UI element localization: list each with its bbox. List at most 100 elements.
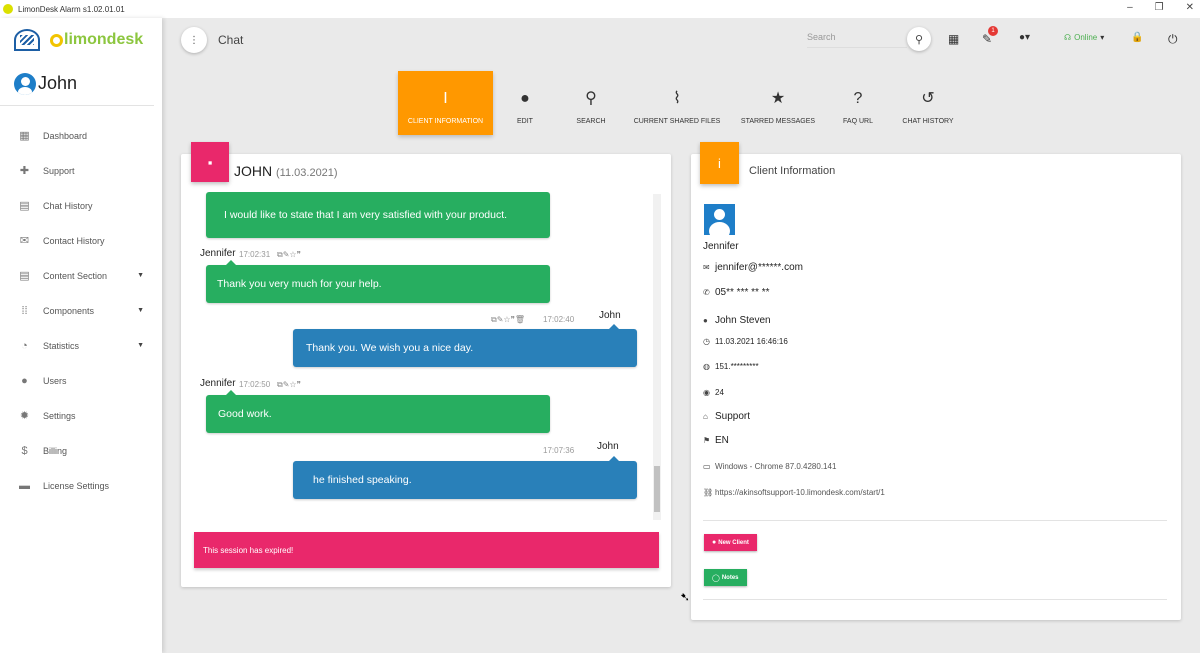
message-bubble[interactable]: Thank you very much for your help. bbox=[206, 260, 550, 303]
chat-contact-name: JOHN bbox=[234, 163, 273, 179]
tool-edit[interactable]: ● EDIT bbox=[493, 71, 557, 135]
sidebar-item-content-section[interactable]: ▤ Content Section ▼ bbox=[0, 258, 162, 293]
sidebar-item-chat-history[interactable]: ▤ Chat History bbox=[0, 188, 162, 223]
tool-chat-history[interactable]: ↺ CHAT HISTORY bbox=[889, 71, 967, 135]
scrollbar-thumb[interactable] bbox=[654, 466, 660, 512]
message-bubble[interactable]: I would like to state that I am very sat… bbox=[206, 192, 550, 238]
message-time: 17:02:40 bbox=[543, 315, 575, 324]
divider bbox=[703, 520, 1167, 521]
sidebar-item-users[interactable]: ● Users bbox=[0, 363, 162, 398]
client-avatar-icon bbox=[704, 204, 735, 235]
tool-current-shared-files[interactable]: ⌇ CURRENT SHARED FILES bbox=[625, 71, 729, 135]
caret-down-icon: ▼ bbox=[137, 342, 144, 349]
link-icon: ⛓ bbox=[703, 488, 714, 497]
client-browser: ▭ Windows - Chrome 87.0.4280.141 bbox=[703, 462, 837, 471]
minimize-button[interactable]: – bbox=[1127, 2, 1133, 13]
notification-count-badge: 1 bbox=[988, 26, 998, 36]
caret-down-icon: ▼ bbox=[137, 307, 144, 314]
gear-icon: ✹ bbox=[19, 410, 30, 422]
chat-toolbar: i CLIENT INFORMATION ● EDIT ⚲ SEARCH ⌇ C… bbox=[398, 71, 967, 135]
notes-button[interactable]: ◯ Notes bbox=[704, 569, 747, 586]
user-icon: ●▾ bbox=[1019, 32, 1031, 43]
client-email: ✉ jennifer@******.com bbox=[703, 262, 803, 273]
message-bubble[interactable]: Good work. bbox=[206, 390, 550, 433]
tool-search[interactable]: ⚲ SEARCH bbox=[557, 71, 625, 135]
brand-name: limondesk bbox=[50, 31, 143, 49]
dashboard-icon: ▦ bbox=[19, 130, 30, 142]
more-menu-button[interactable]: ⋮ bbox=[181, 27, 207, 53]
person-icon: ● bbox=[520, 90, 530, 107]
tool-faq-url[interactable]: ? FAQ URL bbox=[827, 71, 889, 135]
window-title: LimonDesk Alarm s1.02.01.01 bbox=[18, 4, 125, 14]
language-icon: ⚑ bbox=[703, 436, 711, 445]
akinsoft-logo-icon bbox=[14, 27, 42, 53]
info-icon: i bbox=[700, 142, 739, 184]
chat-panel: ▪ JOHN (11.03.2021) I would like to stat… bbox=[181, 142, 671, 587]
chat-title: JOHN (11.03.2021) bbox=[234, 163, 338, 179]
dollar-icon: $ bbox=[21, 444, 28, 457]
message-actions[interactable]: ⧉✎☆❞🗑 bbox=[491, 315, 525, 325]
star-icon: ★ bbox=[770, 90, 786, 107]
restore-button[interactable]: ❐ bbox=[1155, 2, 1164, 13]
client-phone: ✆ 05** *** ** ** bbox=[703, 287, 770, 298]
search: ⚲ bbox=[807, 27, 932, 53]
help-circle-icon: ? bbox=[853, 90, 863, 107]
message-actions[interactable]: ⧉✎☆❞ bbox=[277, 380, 301, 390]
chat-scrollbar[interactable] bbox=[653, 194, 661, 520]
sidebar-item-dashboard[interactable]: ▦ Dashboard bbox=[0, 118, 162, 153]
client-ip: ◍ 151.********* bbox=[703, 362, 759, 371]
user-menu-button[interactable]: ●▾ bbox=[1019, 32, 1030, 43]
window-titlebar: LimonDesk Alarm s1.02.01.01 – ❐ ✕ bbox=[0, 0, 1200, 18]
sidebar-item-support[interactable]: ✚ Support bbox=[0, 153, 162, 188]
search-button[interactable]: ⚲ bbox=[907, 27, 931, 51]
envelope-icon: ✉ bbox=[19, 235, 30, 247]
message-bubble[interactable]: he finished speaking. bbox=[293, 456, 637, 499]
sidebar-item-license-settings[interactable]: ▬ License Settings bbox=[0, 468, 162, 503]
client-language: ⚑ EN bbox=[703, 435, 729, 446]
app-icon bbox=[3, 4, 13, 14]
client-datetime: ◷ 11.03.2021 16:46:16 bbox=[703, 337, 788, 346]
tool-client-information[interactable]: i CLIENT INFORMATION bbox=[398, 71, 493, 135]
message-sender: John bbox=[599, 310, 621, 321]
sidebar-item-settings[interactable]: ✹ Settings bbox=[0, 398, 162, 433]
close-button[interactable]: ✕ bbox=[1186, 2, 1194, 13]
notifications-button[interactable]: ✎ 1 bbox=[982, 26, 998, 46]
current-user[interactable]: John bbox=[0, 62, 154, 106]
client-info-title: Client Information bbox=[749, 165, 836, 177]
sidebar-item-contact-history[interactable]: ✉ Contact History bbox=[0, 223, 162, 258]
power-button[interactable]: ⏻ bbox=[1168, 32, 1178, 47]
laptop-icon: ▭ bbox=[703, 462, 711, 471]
caret-down-icon: ▼ bbox=[137, 272, 144, 279]
client-url[interactable]: ⛓ https://akinsoftsupport-10.limondesk.co… bbox=[703, 488, 885, 497]
content-icon: ▤ bbox=[19, 270, 30, 282]
lock-button[interactable]: 🔒 bbox=[1131, 32, 1143, 43]
chat-icon: ▪ bbox=[191, 142, 229, 182]
info-icon: i bbox=[443, 90, 448, 107]
message-list[interactable]: I would like to state that I am very sat… bbox=[193, 192, 659, 520]
sidebar-item-statistics[interactable]: ◔ Statistics ▼ bbox=[0, 328, 162, 363]
message-sender: John bbox=[597, 441, 619, 452]
bank-icon: ⌂ bbox=[703, 412, 708, 421]
chat-history-icon: ▤ bbox=[19, 200, 30, 212]
status-dropdown[interactable]: ☊ Online ▾ bbox=[1064, 33, 1104, 42]
message-time: 17:07:36 bbox=[543, 446, 575, 455]
history-icon: ↺ bbox=[921, 90, 935, 107]
user-name: John bbox=[38, 73, 78, 93]
tool-starred-messages[interactable]: ★ STARRED MESSAGES bbox=[729, 71, 827, 135]
brand[interactable]: limondesk bbox=[0, 18, 162, 62]
new-client-button[interactable]: ● New Client bbox=[704, 534, 757, 551]
page-title: Chat bbox=[218, 33, 244, 47]
search-input[interactable] bbox=[807, 27, 907, 48]
grid-icon[interactable]: ▦ bbox=[948, 32, 959, 46]
mouse-cursor-icon: ➷ bbox=[680, 590, 691, 604]
message-time: 17:02:31 bbox=[239, 250, 271, 259]
message-actions[interactable]: ⧉✎☆❞ bbox=[277, 250, 301, 260]
client-info-panel: i Client Information Jennifer ✉ jennifer@… bbox=[691, 142, 1181, 620]
message-time: 17:02:50 bbox=[239, 380, 271, 389]
user-icon: ● bbox=[703, 316, 708, 325]
sidebar-item-billing[interactable]: $ Billing bbox=[0, 433, 162, 468]
client-agent: ● John Steven bbox=[703, 315, 771, 326]
sidebar-item-components[interactable]: ⁞⁞ Components ▼ bbox=[0, 293, 162, 328]
message-bubble[interactable]: Thank you. We wish you a nice day. bbox=[293, 324, 637, 367]
more-vert-icon: ⋮ bbox=[189, 34, 199, 46]
